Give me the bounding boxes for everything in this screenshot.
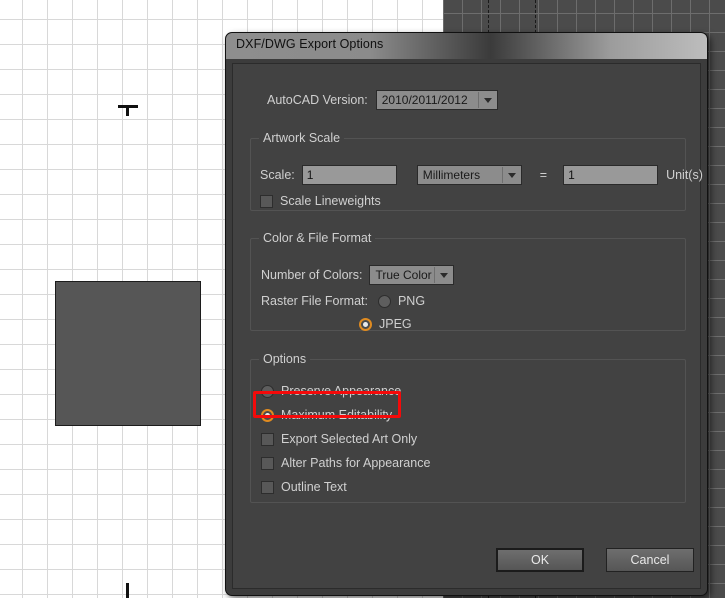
dialog-titlebar[interactable]: DXF/DWG Export Options bbox=[226, 33, 707, 59]
cancel-button[interactable]: Cancel bbox=[606, 548, 694, 572]
canvas-rectangle-shape[interactable] bbox=[55, 281, 201, 426]
raster-jpeg-row: JPEG bbox=[359, 317, 412, 331]
raster-file-format-row: Raster File Format: PNG bbox=[261, 294, 425, 308]
color-file-format-group: Color & File Format Number of Colors: Tr… bbox=[250, 231, 686, 331]
options-legend: Options bbox=[263, 352, 307, 366]
autocad-version-select[interactable]: 2010/2011/2012 bbox=[375, 90, 498, 110]
ratio-value-input[interactable]: 1 bbox=[563, 165, 659, 185]
alter-paths-for-appearance-row[interactable]: Alter Paths for Appearance bbox=[261, 456, 430, 470]
options-group: Options Preserve Appearance Maximum Edit… bbox=[250, 352, 686, 503]
chevron-down-icon[interactable] bbox=[479, 91, 497, 109]
preserve-appearance-row[interactable]: Preserve Appearance bbox=[261, 384, 430, 398]
maximum-editability-label: Maximum Editability bbox=[281, 408, 393, 422]
outline-text-checkbox[interactable] bbox=[261, 480, 274, 494]
export-selected-art-only-label: Export Selected Art Only bbox=[281, 432, 418, 446]
autocad-version-row: AutoCAD Version: 2010/2011/2012 bbox=[267, 90, 498, 110]
artwork-scale-group: Artwork Scale Scale: 1 Millimeters = 1 U… bbox=[250, 131, 703, 211]
raster-jpeg-label: JPEG bbox=[379, 317, 412, 331]
chevron-down-icon[interactable] bbox=[503, 166, 521, 184]
raster-png-label: PNG bbox=[397, 294, 426, 308]
scale-lineweights-row[interactable]: Scale Lineweights bbox=[260, 194, 381, 208]
raster-jpeg-radio[interactable] bbox=[359, 317, 372, 331]
alter-paths-for-appearance-checkbox[interactable] bbox=[261, 456, 274, 470]
autocad-version-value: 2010/2011/2012 bbox=[381, 93, 468, 107]
scale-row: Scale: 1 Millimeters = 1 Unit(s) bbox=[260, 165, 703, 185]
number-of-colors-row: Number of Colors: True Color bbox=[261, 265, 455, 285]
autocad-version-label: AutoCAD Version: bbox=[267, 93, 368, 107]
alter-paths-for-appearance-label: Alter Paths for Appearance bbox=[281, 456, 431, 470]
number-of-colors-label: Number of Colors: bbox=[261, 268, 363, 282]
dialog-title: DXF/DWG Export Options bbox=[236, 37, 384, 51]
scale-units-value: Millimeters bbox=[422, 168, 481, 182]
artwork-scale-legend: Artwork Scale bbox=[263, 131, 341, 145]
scale-units-select[interactable]: Millimeters bbox=[416, 165, 522, 185]
preserve-appearance-label: Preserve Appearance bbox=[281, 384, 402, 398]
dialog-button-bar: OK Cancel bbox=[496, 548, 694, 572]
scale-label: Scale: bbox=[260, 168, 295, 182]
raster-png-radio[interactable] bbox=[377, 294, 391, 308]
ok-button[interactable]: OK bbox=[496, 548, 584, 572]
export-selected-art-only-row[interactable]: Export Selected Art Only bbox=[261, 432, 430, 446]
bottom-tick-vertical bbox=[126, 583, 129, 598]
preserve-appearance-radio[interactable] bbox=[261, 384, 274, 398]
outline-text-label: Outline Text bbox=[281, 480, 347, 494]
maximum-editability-radio[interactable] bbox=[261, 408, 274, 422]
top-tick-vertical bbox=[126, 105, 129, 116]
options-list: Preserve Appearance Maximum Editability … bbox=[261, 384, 430, 494]
dialog-body: AutoCAD Version: 2010/2011/2012 Artwork … bbox=[232, 63, 703, 589]
unit-suffix-label: Unit(s) bbox=[666, 168, 703, 182]
dxf-dwg-export-options-dialog: DXF/DWG Export Options AutoCAD Version: … bbox=[225, 32, 708, 596]
application-canvas: DXF/DWG Export Options AutoCAD Version: … bbox=[0, 0, 725, 598]
maximum-editability-row[interactable]: Maximum Editability bbox=[261, 408, 430, 422]
scale-lineweights-label: Scale Lineweights bbox=[280, 194, 381, 208]
scale-value-input[interactable]: 1 bbox=[301, 165, 397, 185]
outline-text-row[interactable]: Outline Text bbox=[261, 480, 430, 494]
equals-sign: = bbox=[539, 168, 548, 182]
number-of-colors-select[interactable]: True Color bbox=[369, 265, 455, 285]
export-selected-art-only-checkbox[interactable] bbox=[261, 432, 274, 446]
chevron-down-icon[interactable] bbox=[435, 266, 453, 284]
number-of-colors-value: True Color bbox=[375, 268, 432, 282]
color-file-format-legend: Color & File Format bbox=[263, 231, 372, 245]
scale-lineweights-checkbox[interactable] bbox=[260, 194, 273, 208]
raster-file-format-label: Raster File Format: bbox=[261, 294, 368, 308]
